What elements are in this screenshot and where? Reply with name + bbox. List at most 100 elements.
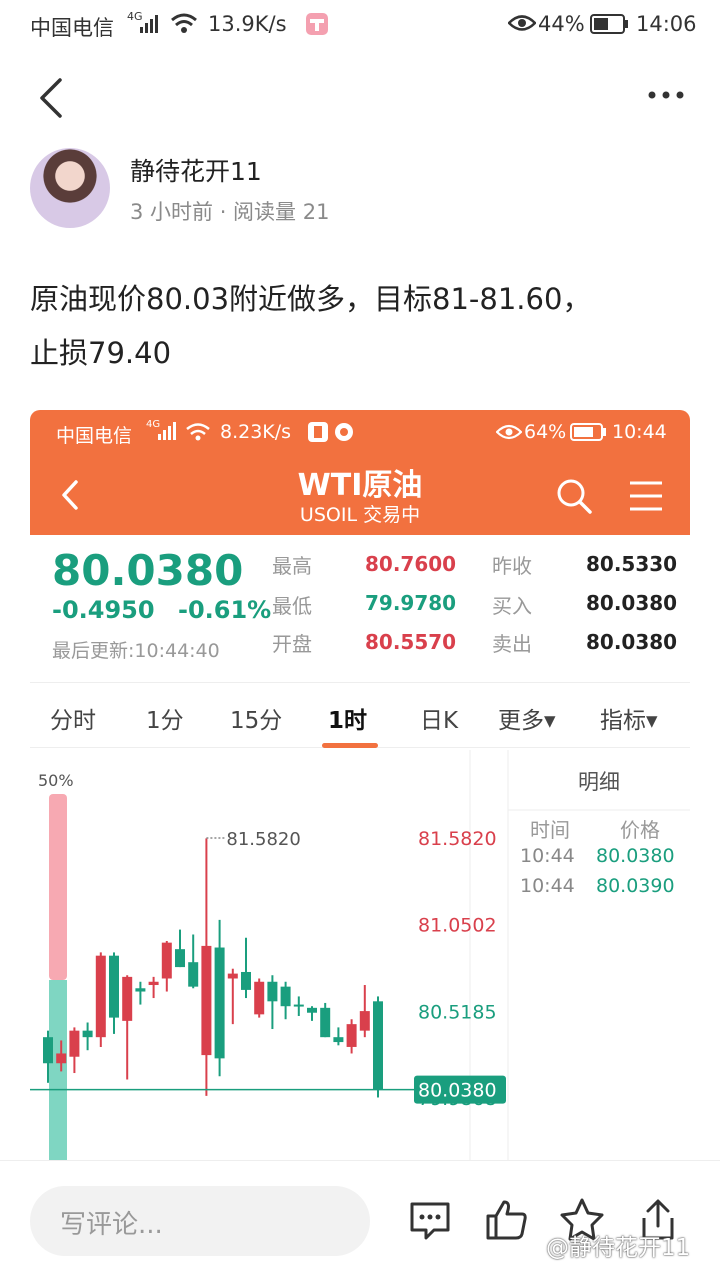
candle-body — [161, 942, 172, 979]
quote-menu-button[interactable] — [628, 478, 664, 518]
status-bar: 中国电信 4G 13.9K/s 44% 14:06 — [0, 0, 720, 50]
inner-carrier-label: 中国电信 — [56, 425, 133, 447]
post-line-1: 原油现价80.03附近做多，目标81-81.60， — [30, 282, 592, 316]
sell-ratio-bar — [49, 980, 67, 1160]
eye-icon — [507, 12, 537, 39]
app-notification-icon — [306, 13, 328, 40]
comment-input[interactable]: 写评论... — [30, 1186, 370, 1256]
quote-updated-time: 最后更新:10:44:40 — [52, 640, 220, 662]
more-dots-icon — [648, 91, 684, 99]
attached-screenshot[interactable]: 中国电信 4G 8.23K/s 64% 10:44 WTI原油 USOIL 交易… — [30, 410, 690, 1160]
clock-label: 14:06 — [636, 12, 697, 36]
candle-body — [69, 1030, 80, 1057]
inner-app-icon — [308, 422, 356, 447]
tab-more[interactable]: 更多▾ — [498, 701, 556, 735]
low-label: 最低 — [272, 594, 312, 618]
candle-body — [333, 1037, 344, 1043]
like-button[interactable] — [482, 1196, 530, 1244]
candle-body — [188, 962, 199, 987]
candle-body — [109, 955, 119, 1018]
prev-close-label: 昨收 — [492, 554, 532, 578]
candle-body — [82, 1030, 93, 1038]
detail-row-1-time: 10:44 — [520, 845, 575, 867]
candle-body — [122, 976, 133, 1021]
buy-ratio-bar — [49, 794, 67, 980]
detail-header-time: 时间 — [530, 818, 570, 842]
search-icon — [557, 479, 592, 514]
quote-search-button[interactable] — [556, 478, 592, 518]
ask-label: 卖出 — [492, 632, 532, 656]
tab-daily[interactable]: 日K — [420, 701, 458, 735]
period-tabs: 分时 1分 15分 1时 日K 更多▾ 指标▾ — [30, 682, 690, 748]
inner-wifi-icon — [185, 422, 211, 447]
open-label: 开盘 — [272, 632, 312, 656]
candlestick-chart[interactable]: 50%81.582081.582081.050280.518579.986880… — [30, 750, 690, 1160]
tab-15min[interactable]: 15分 — [230, 701, 282, 735]
author-avatar[interactable] — [30, 148, 110, 228]
menu-icon — [630, 481, 662, 511]
post-content: 原油现价80.03附近做多，目标81-81.60， 止损79.40 — [30, 272, 690, 380]
inner-eye-icon — [495, 422, 523, 447]
inner-signal-icon — [158, 422, 178, 445]
thumbs-up-icon — [486, 1200, 527, 1240]
detail-row-2-price: 80.0390 — [596, 875, 675, 897]
max-marker-label: 81.5820 — [226, 829, 300, 850]
speed-label: 13.9K/s — [208, 12, 287, 36]
candle-body — [95, 955, 106, 1038]
quote-header: 中国电信 4G 8.23K/s 64% 10:44 WTI原油 USOIL 交易… — [30, 410, 690, 535]
candle-body — [373, 1001, 383, 1090]
candle-body — [148, 981, 159, 986]
more-options-button[interactable] — [640, 80, 692, 110]
watermark: @静待花开11 — [546, 1235, 691, 1261]
candle-body — [201, 945, 212, 1056]
candle-body — [346, 1024, 357, 1047]
candle-body — [307, 1007, 317, 1013]
bid-label: 买入 — [492, 594, 532, 618]
back-arrow-icon — [40, 78, 62, 118]
candle-body — [320, 1007, 331, 1038]
comment-button[interactable] — [406, 1196, 454, 1244]
battery-label: 44% — [538, 12, 585, 36]
inner-clock-label: 10:44 — [612, 421, 667, 443]
active-tab-indicator — [322, 743, 378, 748]
inner-speed-label: 8.23K/s — [220, 421, 292, 443]
tab-indicators[interactable]: 指标▾ — [600, 701, 658, 735]
open-value: 80.5570 — [365, 630, 457, 654]
candle-body — [43, 1037, 53, 1064]
quote-price: 80.0380 — [52, 546, 244, 595]
candle-body — [359, 1011, 370, 1031]
inner-battery-icon — [570, 423, 608, 446]
candle-body — [280, 986, 291, 1007]
bid-value: 80.0380 — [586, 591, 678, 615]
y-axis-label: 81.0502 — [418, 915, 497, 937]
author-name[interactable]: 静待花开11 — [130, 152, 262, 188]
prev-close-value: 80.5330 — [586, 552, 678, 576]
quote-change: -0.4950 — [52, 596, 155, 624]
tab-timeshare[interactable]: 分时 — [50, 701, 96, 735]
battery-icon — [590, 14, 630, 39]
current-price-label: 80.0380 — [418, 1080, 497, 1102]
detail-row-1-price: 80.0380 — [596, 845, 675, 867]
candle-body — [267, 981, 278, 1002]
inner-battery-label: 64% — [524, 421, 567, 443]
candle-body — [214, 947, 225, 1059]
candle-body — [227, 973, 238, 979]
candle-body — [175, 949, 185, 968]
high-label: 最高 — [272, 554, 312, 578]
candle-body — [293, 1004, 304, 1007]
signal-icon — [140, 13, 162, 38]
candle-body — [254, 981, 265, 1015]
carrier-label: 中国电信 — [30, 16, 114, 40]
ratio-label: 50% — [38, 771, 74, 790]
tab-1min[interactable]: 1分 — [146, 701, 184, 735]
quote-change-percent: -0.61% — [178, 596, 272, 624]
ask-value: 80.0380 — [586, 630, 678, 654]
tab-1hour[interactable]: 1时 — [328, 701, 367, 735]
comment-icon — [410, 1202, 450, 1240]
candle-body — [241, 971, 251, 990]
low-value: 79.9780 — [365, 591, 457, 615]
post-meta: 3 小时前 · 阅读量 21 — [130, 200, 330, 224]
back-button[interactable] — [30, 74, 74, 122]
detail-title: 明细 — [578, 770, 620, 794]
post-line-2: 止损79.40 — [30, 336, 172, 370]
